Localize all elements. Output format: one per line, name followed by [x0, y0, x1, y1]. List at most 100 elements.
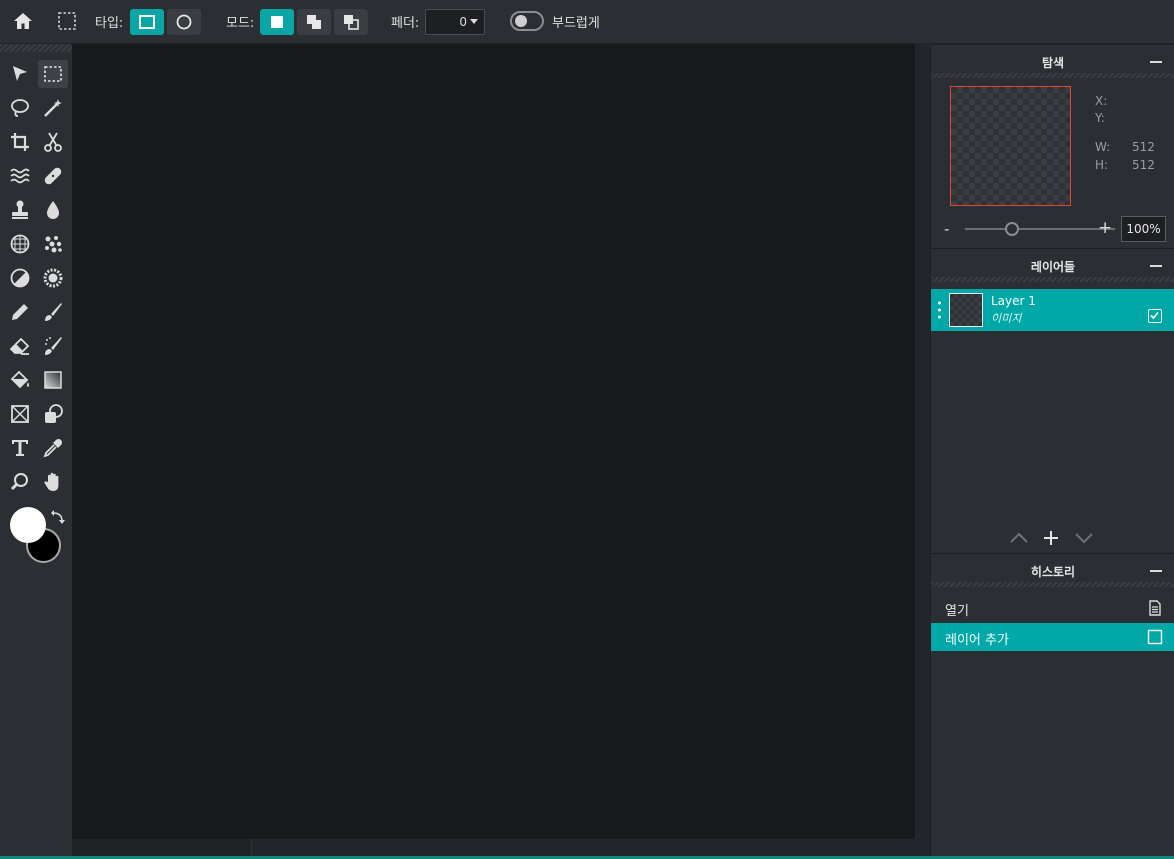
feather-label: 페더:: [391, 16, 420, 31]
spray-tool[interactable]: [38, 332, 68, 360]
caret-down-icon: [470, 19, 478, 24]
mode-subtract-button[interactable]: [334, 9, 368, 35]
shape-tool[interactable]: [38, 400, 68, 428]
history-item[interactable]: 열기: [931, 594, 1174, 622]
heal-tool[interactable]: [38, 162, 68, 190]
drop-icon: [47, 201, 59, 219]
gear-icon: [43, 268, 63, 288]
history-item[interactable]: 레이어 추가: [931, 623, 1174, 651]
frame-tool[interactable]: [5, 400, 35, 428]
horizontal-scrollbar[interactable]: [72, 839, 915, 856]
zoom-slider-handle[interactable]: [1005, 222, 1019, 236]
eraser-tool[interactable]: [5, 332, 35, 360]
nav-x-label: X:: [1095, 94, 1108, 108]
ellipse-icon: [176, 14, 192, 30]
header-grip: [931, 73, 1174, 78]
foreground-color-swatch[interactable]: [10, 507, 46, 543]
zoom-slider[interactable]: [965, 228, 1115, 230]
magnifier-icon: [10, 473, 28, 491]
zoom-out-button[interactable]: -: [944, 220, 949, 238]
mode-add-icon: [307, 15, 321, 29]
dots-icon: [45, 236, 62, 253]
zoom-in-button[interactable]: +: [1098, 218, 1112, 238]
layer-visibility-checkbox[interactable]: [1148, 309, 1162, 323]
drag-handle-icon[interactable]: [938, 301, 941, 319]
smooth-toggle[interactable]: [510, 11, 544, 31]
fill-tool[interactable]: [5, 366, 35, 394]
navigator-title: 탐색: [1041, 56, 1065, 70]
layers-collapse-icon[interactable]: [1150, 265, 1162, 267]
history-header: 히스토리: [931, 553, 1174, 587]
blur-tool[interactable]: [38, 196, 68, 224]
chevron-up-icon: [1010, 532, 1028, 543]
move-tool[interactable]: [5, 60, 35, 88]
paint-bucket-icon: [10, 370, 29, 389]
hand-icon: [44, 472, 59, 491]
magic-wand-tool[interactable]: [38, 94, 68, 122]
feather-input[interactable]: 0: [425, 9, 485, 35]
nav-w-label: W:: [1095, 140, 1111, 154]
liquify-tool[interactable]: [5, 162, 35, 190]
pencil-tool[interactable]: [5, 298, 35, 326]
panel-grip: [0, 44, 72, 52]
home-button[interactable]: [8, 7, 38, 35]
navigator-collapse-icon[interactable]: [1150, 61, 1162, 63]
vertical-scrollbar[interactable]: [915, 44, 930, 856]
type-label: 타입:: [95, 16, 124, 31]
move-layer-up-button[interactable]: [1008, 527, 1030, 549]
zoom-value-field[interactable]: 100%: [1121, 216, 1166, 242]
layer-square-icon: [1147, 629, 1163, 645]
header-grip: [931, 277, 1174, 282]
document-icon: [1149, 600, 1161, 616]
swap-colors-icon[interactable]: [50, 510, 66, 526]
canvas-workspace[interactable]: [72, 44, 915, 839]
sponge-tool[interactable]: [38, 230, 68, 258]
zoom-tool[interactable]: [5, 468, 35, 496]
eraser-icon: [9, 337, 30, 355]
sharpen-tool[interactable]: [38, 264, 68, 292]
dodge-burn-tool[interactable]: [5, 264, 35, 292]
navigator-preview[interactable]: [950, 86, 1071, 206]
text-tool[interactable]: [5, 434, 35, 462]
scissors-icon: [44, 132, 62, 152]
arrow-cursor-icon: [13, 66, 27, 81]
rectangle-icon: [139, 15, 155, 29]
layer-controls: [931, 527, 1174, 549]
marquee-tool-indicator[interactable]: [52, 7, 82, 35]
mode-label: 모드:: [226, 16, 255, 31]
mode-new-button[interactable]: [260, 9, 294, 35]
cut-tool[interactable]: [38, 128, 68, 156]
checkmark-icon: [1150, 311, 1159, 320]
brush-tool[interactable]: [38, 298, 68, 326]
pixelate-tool[interactable]: [5, 230, 35, 258]
nav-width-value: 512: [1132, 140, 1155, 154]
marquee-tool[interactable]: [38, 60, 68, 88]
type-rectangle-button[interactable]: [130, 9, 164, 35]
nav-h-label: H:: [1095, 158, 1109, 172]
tool-panel: [0, 44, 72, 859]
clone-stamp-tool[interactable]: [5, 196, 35, 224]
history-collapse-icon[interactable]: [1150, 570, 1162, 572]
add-layer-button[interactable]: [1040, 527, 1062, 549]
crop-tool[interactable]: [5, 128, 35, 156]
pencil-icon: [12, 304, 28, 320]
chevron-down-icon: [1075, 533, 1093, 544]
grid-sphere-icon: [10, 234, 30, 254]
type-ellipse-button[interactable]: [167, 9, 201, 35]
hand-tool[interactable]: [38, 468, 68, 496]
text-icon: [12, 440, 28, 456]
history-title: 히스토리: [1030, 565, 1076, 579]
move-layer-down-button[interactable]: [1073, 527, 1095, 549]
history-item-label: 열기: [945, 604, 969, 619]
mode-add-button[interactable]: [297, 9, 331, 35]
lasso-tool[interactable]: [5, 94, 35, 122]
marquee-rect-icon: [58, 12, 76, 30]
marquee-icon: [44, 66, 62, 82]
waves-icon: [10, 168, 30, 184]
eyedropper-tool[interactable]: [38, 434, 68, 462]
layer-row[interactable]: Layer 1 이미지: [931, 289, 1174, 331]
scrollbar-thumb[interactable]: [72, 839, 252, 856]
gradient-icon: [44, 371, 62, 389]
history-item-label: 레이어 추가: [945, 633, 1009, 648]
gradient-tool[interactable]: [38, 366, 68, 394]
